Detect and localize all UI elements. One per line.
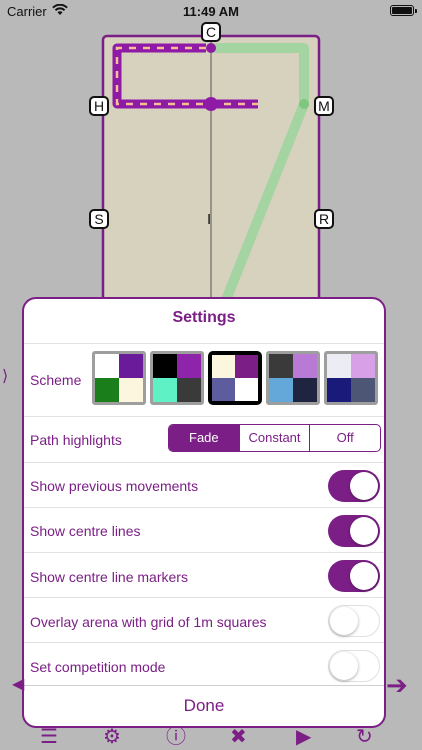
path-node-c bbox=[206, 43, 216, 53]
scheme-swatch bbox=[153, 378, 177, 402]
toggle-label-centre-line-markers: Show centre line markers bbox=[30, 569, 188, 585]
scheme-swatch bbox=[212, 378, 235, 401]
toggle-competition-mode[interactable] bbox=[328, 650, 380, 682]
toggle-knob bbox=[330, 606, 358, 635]
marker-r: R bbox=[314, 209, 334, 229]
marker-m: M bbox=[314, 96, 334, 116]
toggle-label-previous-movements: Show previous movements bbox=[30, 478, 199, 494]
scheme-swatch bbox=[351, 378, 375, 402]
bottom-toolbar: ☰ ⚙ ⓘ ✖ ▶ ↻ bbox=[0, 724, 422, 750]
path-node-m bbox=[299, 99, 309, 109]
scheme-swatch bbox=[293, 378, 317, 402]
toggle-previous-movements[interactable] bbox=[328, 470, 380, 502]
path-highlights-label: Path highlights bbox=[30, 432, 122, 448]
toggle-label-centre-lines: Show centre lines bbox=[30, 523, 141, 539]
marker-c: C bbox=[201, 22, 221, 42]
scheme-swatch bbox=[177, 378, 201, 402]
play-icon[interactable]: ▶ bbox=[296, 724, 311, 750]
divider bbox=[24, 343, 384, 344]
marker-i: I bbox=[207, 211, 212, 228]
mute-icon[interactable]: ✖ bbox=[230, 724, 247, 750]
divider bbox=[24, 597, 384, 598]
scheme-swatch bbox=[177, 354, 201, 378]
scheme-swatch bbox=[119, 354, 143, 378]
scheme-swatch bbox=[153, 354, 177, 378]
path-highlights-off[interactable]: Off bbox=[309, 425, 380, 451]
scheme-swatch bbox=[235, 355, 258, 378]
divider bbox=[24, 552, 384, 553]
scheme-swatch bbox=[235, 378, 258, 401]
path-highlights-control: Fade Constant Off bbox=[168, 424, 381, 452]
path-highlights-constant[interactable]: Constant bbox=[238, 425, 310, 451]
toggle-knob bbox=[350, 562, 378, 590]
scheme-option-5[interactable] bbox=[324, 351, 378, 405]
divider bbox=[24, 416, 384, 417]
menu-icon[interactable]: ☰ bbox=[40, 724, 58, 750]
scheme-option-1[interactable] bbox=[92, 351, 146, 405]
reset-icon[interactable]: ↻ bbox=[356, 724, 373, 750]
marker-h: H bbox=[89, 96, 109, 116]
toggle-grid-overlay[interactable] bbox=[328, 605, 380, 637]
gear-icon[interactable]: ⚙ bbox=[103, 724, 121, 750]
scheme-swatch bbox=[327, 378, 351, 402]
scheme-swatch bbox=[95, 378, 119, 402]
scheme-swatch bbox=[351, 354, 375, 378]
scheme-swatch bbox=[293, 354, 317, 378]
scheme-swatch bbox=[119, 378, 143, 402]
toggle-knob bbox=[350, 472, 378, 500]
scheme-swatch bbox=[269, 378, 293, 402]
settings-sheet: Settings Scheme Path highlights Fade Con… bbox=[22, 297, 386, 728]
divider bbox=[24, 642, 384, 643]
scheme-swatch bbox=[327, 354, 351, 378]
toggle-label-grid-overlay: Overlay arena with grid of 1m squares bbox=[30, 614, 267, 630]
scheme-swatch bbox=[212, 355, 235, 378]
arrow-right-icon[interactable]: ➔ bbox=[386, 670, 408, 701]
scheme-option-3[interactable] bbox=[208, 351, 262, 405]
info-icon[interactable]: ⓘ bbox=[166, 724, 186, 750]
divider bbox=[24, 507, 384, 508]
divider bbox=[24, 462, 384, 463]
toggle-centre-line-markers[interactable] bbox=[328, 560, 380, 592]
toggle-knob bbox=[330, 651, 358, 680]
scheme-swatch bbox=[95, 354, 119, 378]
scheme-option-4[interactable] bbox=[266, 351, 320, 405]
toggle-label-competition-mode: Set competition mode bbox=[30, 659, 166, 675]
done-button[interactable]: Done bbox=[24, 686, 384, 726]
arrow-left-icon[interactable]: ◀ bbox=[12, 674, 24, 694]
toggle-knob bbox=[350, 517, 378, 545]
scheme-option-2[interactable] bbox=[150, 351, 204, 405]
marker-s: S bbox=[89, 209, 109, 229]
chevron-left-icon[interactable]: ⟩ bbox=[2, 366, 8, 386]
scheme-swatch bbox=[269, 354, 293, 378]
toggle-centre-lines[interactable] bbox=[328, 515, 380, 547]
scheme-label: Scheme bbox=[30, 372, 82, 388]
path-highlights-fade[interactable]: Fade bbox=[169, 425, 239, 451]
settings-title: Settings bbox=[172, 309, 236, 326]
path-node-centre bbox=[204, 97, 218, 111]
